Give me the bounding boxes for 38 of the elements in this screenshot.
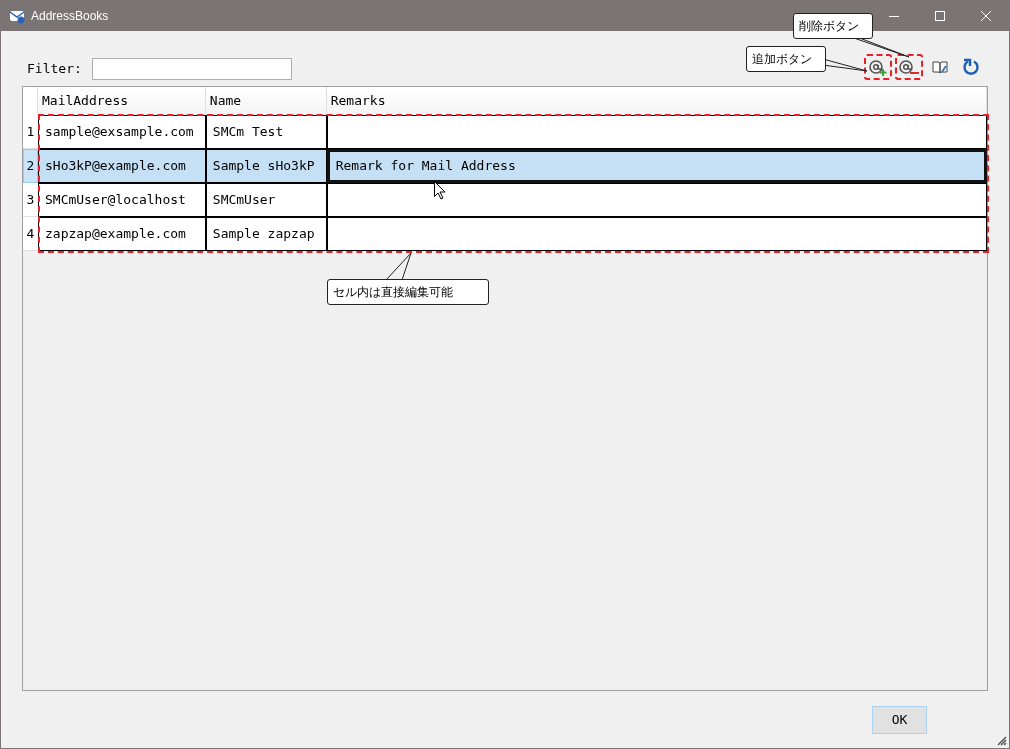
window-title: AddressBooks [31,8,109,25]
callout-tail [385,252,412,281]
at-plus-icon [868,58,888,76]
filter-field[interactable] [91,58,292,80]
row-number: 2 [23,149,38,183]
filter-label: Filter: [27,59,82,78]
table-cell[interactable]: SMCmUser@localhost [38,183,206,217]
table-cell[interactable]: sHo3kP@example.com [38,149,206,183]
mouse-cursor-icon [434,181,446,200]
resize-grip-icon [997,736,1007,746]
book-pencil-icon [932,60,948,74]
table-cell[interactable]: SMCm Test [205,115,327,149]
column-header[interactable]: Name [205,87,327,115]
envelope-app-icon [9,8,25,24]
callout-label: 追加ボタン [746,46,826,72]
table-cell[interactable]: SMCmUser [205,183,327,217]
column-header[interactable]: Remarks [326,87,987,115]
at-minus-icon [898,58,920,76]
add-button[interactable] [864,54,892,80]
table-cell[interactable]: sample@exsample.com [38,115,206,149]
column-header[interactable]: MailAddress [38,87,206,115]
maximize-icon [935,11,945,21]
callout-label: セル内は直接編集可能 [327,279,489,305]
ok-button[interactable]: OK [872,705,927,734]
refresh-icon [962,58,980,76]
table-cell[interactable]: Sample zapzap [205,217,327,251]
row-number: 4 [23,217,38,251]
table-cell[interactable]: Sample sHo3kP [205,149,327,183]
delete-button[interactable] [895,54,923,80]
close-icon [981,11,991,21]
callout-label: 削除ボタン [793,13,873,39]
row-number: 3 [23,183,38,217]
table-cell[interactable]: zapzap@example.com [38,217,206,251]
table-cell[interactable] [326,115,987,149]
table-cell[interactable] [326,183,987,217]
table-cell[interactable] [326,217,987,251]
row-number: 1 [23,115,38,149]
focused-cell[interactable]: Remark for Mail Address [326,149,987,183]
